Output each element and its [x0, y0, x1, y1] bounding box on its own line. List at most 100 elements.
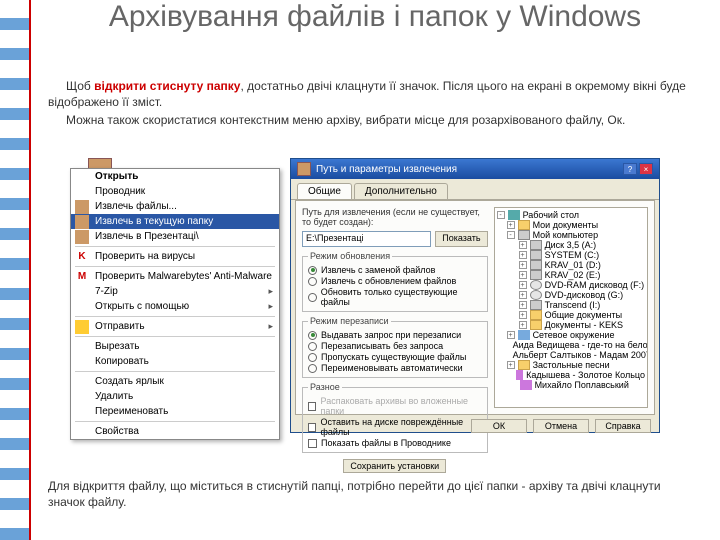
cancel-button[interactable]: Отмена	[533, 419, 589, 433]
radio-option[interactable]: Переименовывать автоматически	[308, 363, 482, 373]
expand-icon[interactable]: +	[519, 311, 527, 319]
context-menu-item[interactable]: M Проверить Malwarebytes' Anti-Malware	[71, 269, 279, 284]
tree-row[interactable]: +Сетевое окружение	[497, 330, 645, 340]
context-menu-label: Извлечь файлы...	[95, 201, 177, 212]
tree-row[interactable]: +Мои документы	[497, 220, 645, 230]
shield-icon: M	[75, 270, 89, 284]
tree-row[interactable]: +SYSTEM (C:)	[497, 250, 645, 260]
tree-label: Transcend (I:)	[545, 300, 601, 310]
expand-icon[interactable]: +	[519, 271, 527, 279]
context-menu-item[interactable]: Вырезать	[71, 339, 279, 354]
context-menu-item[interactable]: Открыть	[71, 169, 279, 184]
context-menu-item[interactable]: Извлечь в текущую папку	[71, 214, 279, 229]
tree-row[interactable]: -Рабочий стол	[497, 210, 645, 220]
context-menu-item[interactable]: Свойства	[71, 424, 279, 439]
context-menu-item[interactable]: 7-Zip	[71, 284, 279, 299]
misc-group: Разное Распаковать архивы во вложенные п…	[302, 382, 488, 453]
tree-row[interactable]: Аида Ведищева - где-то на белом св	[497, 340, 645, 350]
drive-icon	[530, 250, 542, 260]
radio-option[interactable]: Извлечь с заменой файлов	[308, 265, 482, 275]
tree-row[interactable]: + Диск 3,5 (A:)	[497, 240, 645, 250]
chk-leave-broken[interactable]: Оставить на диске повреждённые файлы	[308, 417, 482, 437]
slide-body: Щоб відкрити стиснуту папку, достатньо д…	[48, 78, 690, 131]
desktop-icon	[508, 210, 520, 220]
tree-label: Мой компьютер	[533, 230, 599, 240]
expand-icon[interactable]: +	[507, 361, 515, 369]
save-settings-button[interactable]: Сохранить установки	[343, 459, 446, 473]
context-menu-item[interactable]: Извлечь в Презентаці\	[71, 229, 279, 244]
folder-tree[interactable]: -Рабочий стол+Мои документы- Мой компьюте…	[494, 207, 648, 408]
expand-icon[interactable]: +	[519, 281, 527, 289]
chk-show-explorer[interactable]: Показать файлы в Проводнике	[308, 438, 482, 448]
dialog-body: Путь для извлечения (если не существует,…	[295, 200, 655, 415]
tree-label: Диск 3,5 (A:)	[545, 240, 597, 250]
radio-option[interactable]: Извлечь с обновлением файлов	[308, 276, 482, 286]
context-menu-label: Удалить	[95, 391, 133, 402]
help-button-icon[interactable]: ?	[623, 163, 637, 175]
folder-icon	[518, 220, 530, 230]
tree-label: Альберт Салтыков - Мадам 2007	[513, 350, 648, 360]
context-menu-item[interactable]: Удалить	[71, 389, 279, 404]
expand-icon[interactable]: +	[519, 291, 527, 299]
tree-row[interactable]: +Общие документы	[497, 310, 645, 320]
tree-row[interactable]: + Transcend (I:)	[497, 300, 645, 310]
expand-icon[interactable]: +	[519, 251, 527, 259]
dialog-left-panel: Путь для извлечения (если не существует,…	[302, 207, 488, 408]
tree-row[interactable]: - Мой компьютер	[497, 230, 645, 240]
tree-row[interactable]: Альберт Салтыков - Мадам 2007	[497, 350, 645, 360]
tree-row[interactable]: +KRAV_02 (E:)	[497, 270, 645, 280]
tree-row[interactable]: +DVD-дисковод (G:)	[497, 290, 645, 300]
tree-label: Кадышева - Золотое Кольцо	[526, 370, 645, 380]
context-menu-item[interactable]: Создать ярлык	[71, 374, 279, 389]
dialog-title-text: Путь и параметры извлечения	[316, 164, 457, 175]
radio-option[interactable]: Пропускать существующие файлы	[308, 352, 482, 362]
cd-icon	[530, 290, 542, 300]
tab-general[interactable]: Общие	[297, 183, 352, 199]
context-menu-item[interactable]: Копировать	[71, 354, 279, 369]
folder-icon	[75, 320, 89, 334]
expand-icon[interactable]: +	[519, 321, 527, 329]
tree-row[interactable]: Михайло Поплавський	[497, 380, 645, 390]
help-button[interactable]: Справка	[595, 419, 651, 433]
path-input[interactable]: E:\Презентаці	[302, 231, 431, 247]
expand-icon[interactable]: -	[497, 211, 505, 219]
context-menu-label: Открыть	[95, 171, 138, 182]
tree-label: Михайло Поплавський	[535, 380, 629, 390]
dialog-tabs: Общие Дополнительно	[291, 179, 659, 200]
slide-accent-border	[0, 0, 30, 540]
drive-icon	[530, 300, 542, 310]
radio-option[interactable]: Выдавать запрос при перезаписи	[308, 330, 482, 340]
context-menu-item[interactable]: Открыть с помощью	[71, 299, 279, 314]
ok-button[interactable]: ОК	[471, 419, 527, 433]
expand-icon[interactable]: -	[507, 231, 515, 239]
expand-icon[interactable]: +	[507, 221, 515, 229]
close-icon[interactable]: ×	[639, 163, 653, 175]
radio-option[interactable]: Обновить только существующие файлы	[308, 287, 482, 307]
dialog-titlebar[interactable]: Путь и параметры извлечения ? ×	[291, 159, 659, 179]
tree-row[interactable]: +DVD-RAM дисковод (F:)	[497, 280, 645, 290]
expand-icon[interactable]: +	[519, 241, 527, 249]
tree-row[interactable]: +KRAV_01 (D:)	[497, 260, 645, 270]
winrar-icon	[297, 162, 311, 176]
context-menu-label: Проверить на вирусы	[95, 251, 195, 262]
context-menu-item[interactable]: KПроверить на вирусы	[71, 249, 279, 264]
context-menu-label: Извлечь в Презентаці\	[95, 231, 199, 242]
context-menu-label: Проверить Malwarebytes' Anti-Malware	[95, 271, 272, 282]
audio-icon	[516, 370, 523, 380]
drive-icon	[518, 230, 530, 240]
context-menu-item[interactable]: Отправить	[71, 319, 279, 334]
expand-icon[interactable]: +	[519, 261, 527, 269]
show-button[interactable]: Показать	[435, 231, 487, 247]
tree-row[interactable]: +Документы - KEKS	[497, 320, 645, 330]
radio-option[interactable]: Перезаписывать без запроса	[308, 341, 482, 351]
context-menu-item[interactable]: Проводник	[71, 184, 279, 199]
context-menu-item[interactable]: Переименовать	[71, 404, 279, 419]
context-menu-label: Открыть с помощью	[95, 301, 189, 312]
tab-advanced[interactable]: Дополнительно	[354, 183, 448, 199]
tree-row[interactable]: +Застольные песни	[497, 360, 645, 370]
net-icon	[518, 330, 530, 340]
expand-icon[interactable]: +	[519, 301, 527, 309]
tree-row[interactable]: Кадышева - Золотое Кольцо	[497, 370, 645, 380]
context-menu-item[interactable]: Извлечь файлы...	[71, 199, 279, 214]
expand-icon[interactable]: +	[507, 331, 515, 339]
